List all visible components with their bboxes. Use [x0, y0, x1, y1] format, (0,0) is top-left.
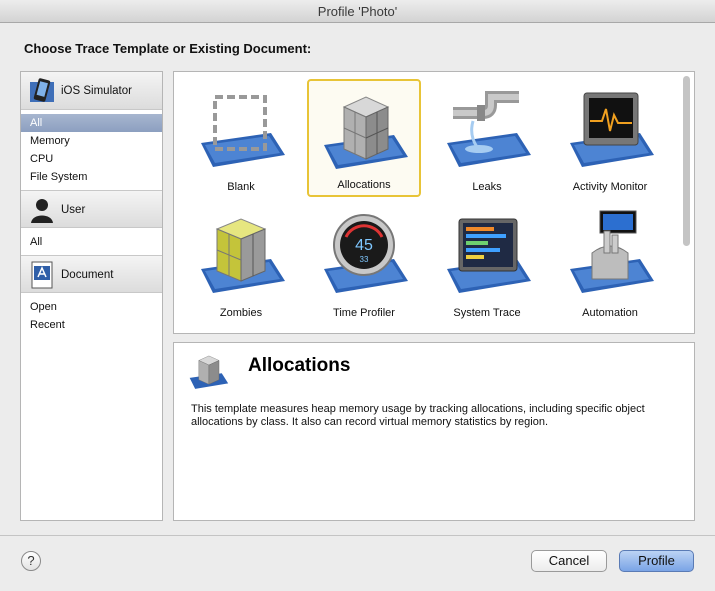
template-automation[interactable]: Automation	[553, 205, 667, 323]
template-blank[interactable]: Blank	[184, 79, 298, 197]
bottom-divider	[0, 535, 715, 536]
sidebar-group-document[interactable]: Document	[21, 255, 162, 293]
sidebar-group-label: iOS Simulator	[61, 85, 132, 97]
allocations-cubes-icon	[189, 355, 229, 389]
template-category-sidebar: iOS Simulator All Memory CPU File System…	[20, 71, 163, 521]
time-profiler-gauge-icon: 45 33	[324, 214, 408, 293]
sidebar-item-all[interactable]: All	[21, 114, 162, 132]
template-label: Leaks	[472, 181, 502, 193]
template-label: Zombies	[219, 307, 263, 319]
sidebar-item-file-system[interactable]: File System	[21, 168, 162, 186]
template-time-profiler[interactable]: 45 33 Time Profiler	[307, 205, 421, 323]
blank-template-icon	[201, 95, 285, 167]
detail-description: This template measures heap memory usage…	[191, 403, 645, 428]
template-label: Activity Monitor	[572, 181, 648, 193]
gauge-sub-value: 33	[360, 255, 369, 264]
ios-simulator-icon	[30, 78, 54, 102]
sidebar-item-user-all[interactable]: All	[21, 233, 162, 251]
sidebar-group-user[interactable]: User	[21, 190, 162, 228]
template-grid-scrollbar[interactable]	[683, 76, 690, 246]
sidebar-item-cpu[interactable]: CPU	[21, 150, 162, 168]
template-leaks[interactable]: Leaks	[430, 79, 544, 197]
profile-button[interactable]: Profile	[619, 550, 694, 572]
automation-robot-icon	[570, 210, 654, 293]
template-detail-panel: Allocations This template measures heap …	[173, 342, 695, 521]
template-label: Allocations	[337, 179, 391, 191]
template-activity-monitor[interactable]: Activity Monitor	[553, 79, 667, 197]
template-label: Automation	[582, 307, 638, 319]
window-title: Profile 'Photo'	[0, 0, 715, 23]
zombies-cubes-icon	[201, 218, 285, 293]
sidebar-group-label: Document	[61, 269, 114, 281]
system-trace-icon	[447, 218, 531, 293]
detail-title: Allocations	[248, 355, 351, 376]
cancel-button[interactable]: Cancel	[531, 550, 607, 572]
template-allocations[interactable]: Allocations	[307, 79, 421, 197]
template-system-trace[interactable]: System Trace	[430, 205, 544, 323]
sidebar-item-open[interactable]: Open	[21, 298, 162, 316]
sidebar-group-ios-simulator[interactable]: iOS Simulator	[21, 72, 162, 110]
allocations-cubes-icon	[324, 96, 408, 169]
template-zombies[interactable]: Zombies	[184, 205, 298, 323]
activity-monitor-icon	[570, 92, 654, 167]
sidebar-item-recent[interactable]: Recent	[21, 316, 162, 334]
sidebar-group-label: User	[61, 204, 86, 216]
template-label: Blank	[227, 181, 255, 193]
help-button[interactable]: ?	[21, 551, 41, 571]
gauge-value: 45	[355, 237, 373, 254]
user-icon	[31, 199, 53, 223]
document-icon	[31, 261, 53, 289]
leaking-pipe-icon	[447, 91, 531, 167]
page-heading: Choose Trace Template or Existing Docume…	[24, 41, 312, 56]
template-grid: Blank Allocations Leaks Activity Monitor…	[173, 71, 695, 334]
template-label: System Trace	[453, 307, 521, 319]
template-label: Time Profiler	[333, 307, 395, 319]
sidebar-item-memory[interactable]: Memory	[21, 132, 162, 150]
